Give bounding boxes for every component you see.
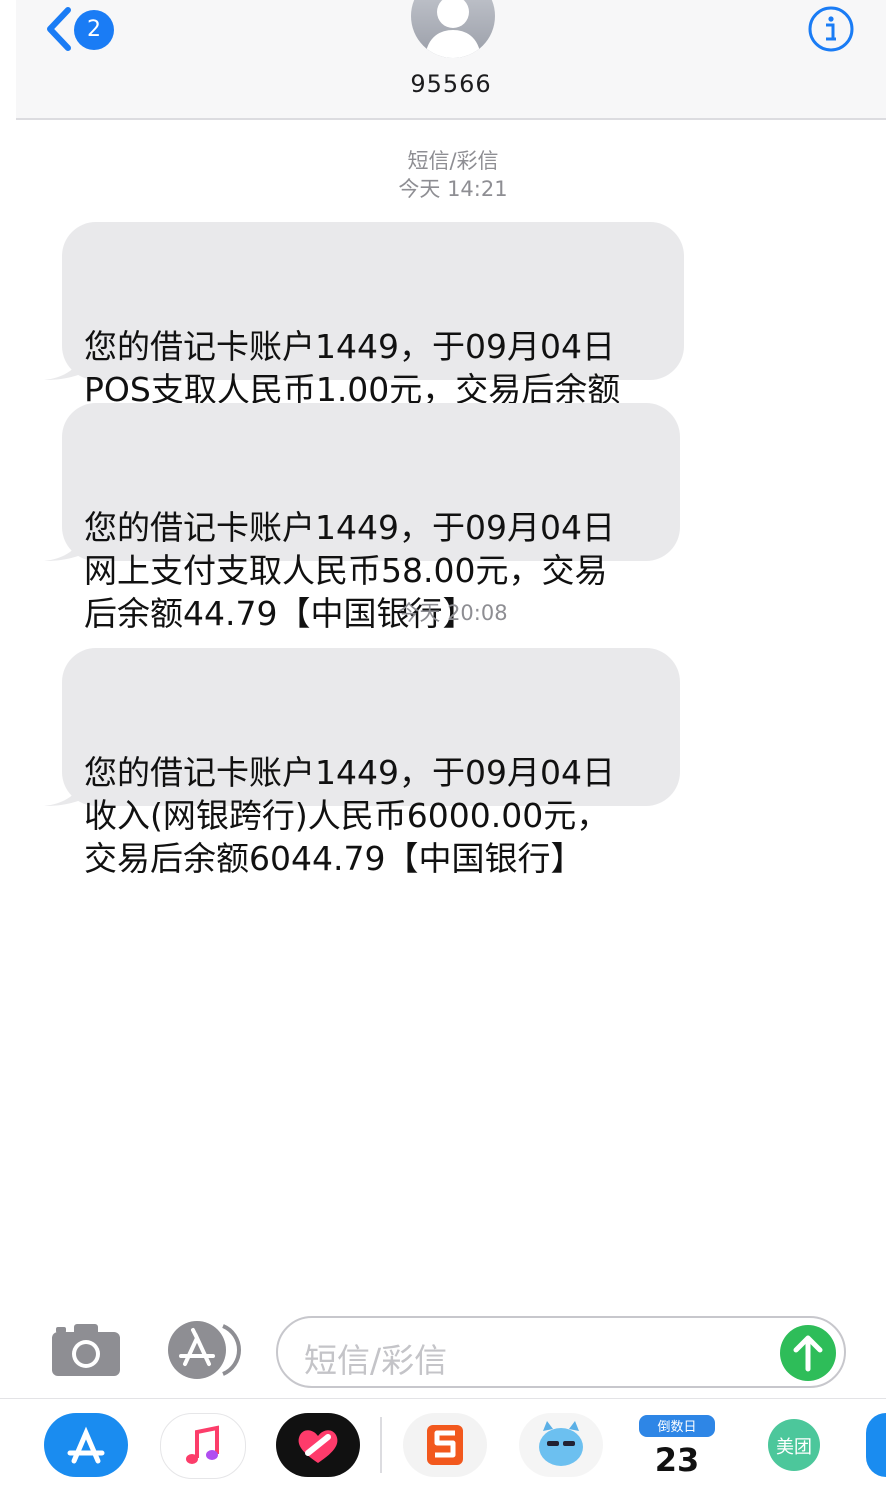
message-bubble[interactable]: 您的借记卡账户1449，于09月04日 POS支取人民币1.00元，交易后余额 … [44,222,684,452]
message-text: 您的借记卡账户1449，于09月04日 收入(网银跨行)人民币6000.00元，… [84,753,615,878]
drawer-divider [380,1417,382,1473]
sticker-app[interactable] [519,1413,603,1477]
send-button[interactable] [780,1325,836,1381]
contact-name[interactable]: 95566 [16,70,886,98]
message-input[interactable]: 短信/彩信 [276,1316,846,1388]
input-placeholder: 短信/彩信 [304,1341,448,1380]
digital-touch-app[interactable] [276,1413,360,1477]
digital-touch-icon [298,1430,338,1463]
back-button[interactable]: 2 [44,6,134,52]
messages-screen: 2 95566 短信/彩信 今天 14:21 您的借记卡账户1449，于09月0… [0,0,886,1490]
music-icon [186,1425,219,1464]
meituan-label: 美团 [776,1437,812,1458]
camera-icon[interactable] [50,1322,122,1378]
message-bubble[interactable]: 您的借记卡账户1449，于09月04日 网上支付支取人民币58.00元，交易 后… [44,403,680,633]
music-app[interactable] [160,1413,246,1479]
message-service-label: 短信/彩信 今天 14:21 [0,147,886,203]
meituan-icon: 美团 [768,1419,820,1471]
bubble-tail [44,531,84,561]
app-store-icon [67,1426,105,1464]
timestamp: 今天 20:08 [398,601,508,625]
app-store-app[interactable] [44,1413,128,1477]
countdown-label: 倒数日 [657,1420,696,1435]
service-type-label: 短信/彩信 [407,149,499,173]
avatar[interactable] [411,0,495,58]
bubble-tail [44,350,84,380]
message-bubble[interactable]: 您的借记卡账户1449，于09月04日 收入(网银跨行)人民币6000.00元，… [44,648,680,878]
app-store-button-icon[interactable] [163,1320,241,1380]
countdown-calendar-icon: 倒数日 23 [639,1415,715,1479]
chevron-left-icon [47,7,71,51]
sogou-app[interactable] [403,1413,487,1477]
bubble-tail [44,776,84,806]
unread-badge: 2 [74,10,114,50]
info-icon[interactable] [806,4,856,54]
message-time-label: 今天 20:08 [0,599,886,627]
countdown-day: 23 [655,1441,700,1477]
conversation-header: 2 95566 [16,0,886,120]
meituan-app[interactable]: 美团 [752,1413,836,1477]
sticker-icon [539,1421,583,1466]
sogou-icon [427,1425,463,1465]
arrow-up-icon [793,1335,823,1372]
timestamp: 今天 14:21 [398,177,508,201]
partial-app[interactable] [866,1413,886,1477]
countdown-app[interactable]: 倒数日 23 [635,1413,719,1479]
imessage-app-drawer: 倒数日 23 美团 [0,1398,886,1490]
person-icon [425,0,481,58]
